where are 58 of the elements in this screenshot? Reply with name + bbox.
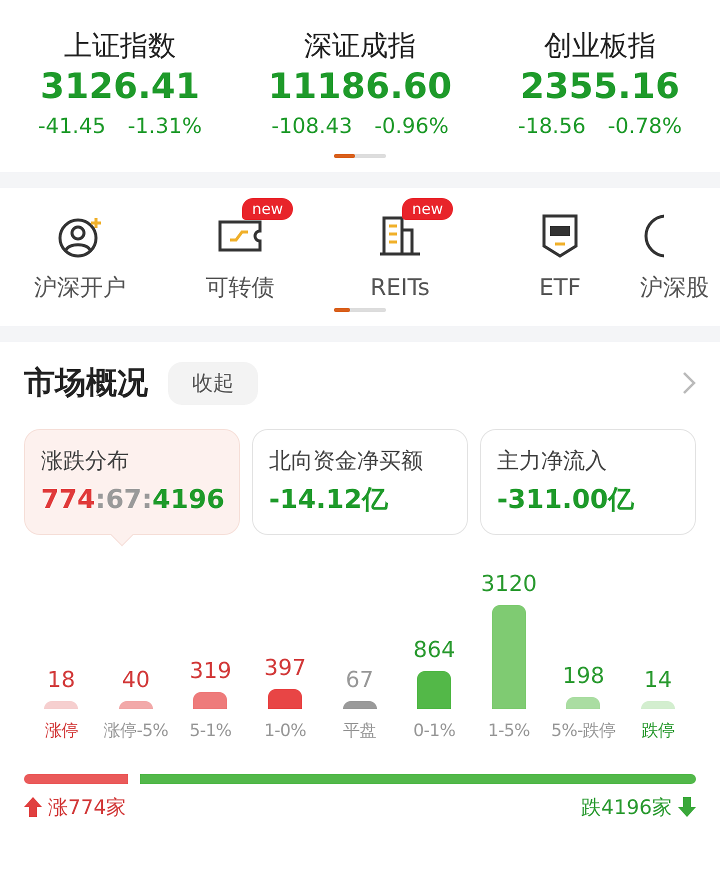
- card-title: 涨跌分布: [41, 448, 130, 476]
- summary-card[interactable]: 北向资金净买额 -14.12亿: [252, 428, 468, 534]
- count-label: 397: [264, 654, 306, 683]
- index-value: 11186.60: [268, 66, 452, 109]
- index-percent: -1.31%: [128, 113, 202, 140]
- count-label: 3120: [480, 570, 537, 598]
- shortcut-item[interactable]: ETF: [480, 198, 640, 304]
- index-change: -108.43: [271, 113, 352, 140]
- card-value: -311.00亿: [497, 484, 636, 516]
- index-name: 上证指数: [64, 28, 176, 64]
- category-label: 0-1%: [413, 720, 456, 742]
- card-value: 774:67:4196: [41, 484, 223, 516]
- category-label: 平盘: [343, 720, 376, 742]
- index-value: 2355.16: [520, 66, 680, 109]
- summary-card[interactable]: 主力净流入 -311.00亿: [480, 428, 696, 534]
- category-label: 5%-跌停: [551, 720, 616, 742]
- section-title: 市场概况: [24, 364, 148, 403]
- category-label: 涨停: [44, 720, 78, 742]
- count-label: 198: [562, 663, 604, 692]
- down-count: 跌4196家: [581, 794, 672, 821]
- category-label: 涨停-5%: [104, 720, 168, 742]
- shortcut-item[interactable]: 沪深股: [640, 198, 712, 304]
- new-badge: new: [242, 198, 294, 220]
- arrow-down-icon: [678, 797, 696, 817]
- category-label: 1-5%: [488, 720, 530, 742]
- chevron-right-icon[interactable]: [682, 371, 696, 396]
- collapse-button[interactable]: 收起: [168, 362, 258, 405]
- card-title: 北向资金净买额: [269, 448, 424, 476]
- shortcut-label: 可转债: [206, 274, 274, 303]
- card-value: -14.12亿: [269, 484, 390, 516]
- new-badge: new: [402, 198, 454, 220]
- count-label: 14: [644, 666, 672, 694]
- shortcut-item[interactable]: 沪深开户: [0, 198, 160, 304]
- index-value: 3126.41: [40, 66, 200, 109]
- count-label: 864: [413, 637, 456, 666]
- count-label: 18: [47, 666, 76, 694]
- shortcut-label: 沪深开户: [34, 274, 126, 303]
- count-label: 67: [346, 666, 374, 694]
- count-label: 319: [189, 658, 232, 686]
- shortcut-item[interactable]: new REITs: [320, 198, 480, 304]
- category-label: 5-1%: [190, 720, 232, 742]
- index-name: 深证成指: [304, 28, 416, 64]
- index-percent: -0.78%: [608, 113, 682, 140]
- index-percent: -0.96%: [374, 113, 449, 140]
- count-label: 40: [122, 666, 150, 694]
- index-change: -41.45: [38, 113, 106, 140]
- shortcut-label: REITs: [370, 274, 430, 303]
- summary-card[interactable]: 涨跌分布 774:67:4196: [24, 428, 240, 534]
- card-title: 主力净流入: [497, 448, 608, 476]
- up-count: 涨774家: [48, 794, 126, 821]
- index-name: 创业板指: [544, 28, 656, 64]
- index-change: -18.56: [518, 113, 586, 140]
- category-label: 1-0%: [264, 720, 306, 742]
- shortcut-label: 沪深股: [640, 274, 709, 303]
- arrow-up-icon: [24, 797, 42, 817]
- shortcut-label: ETF: [539, 274, 581, 303]
- shortcut-item[interactable]: new 可转债: [160, 198, 320, 304]
- category-label: 跌停: [642, 720, 675, 742]
